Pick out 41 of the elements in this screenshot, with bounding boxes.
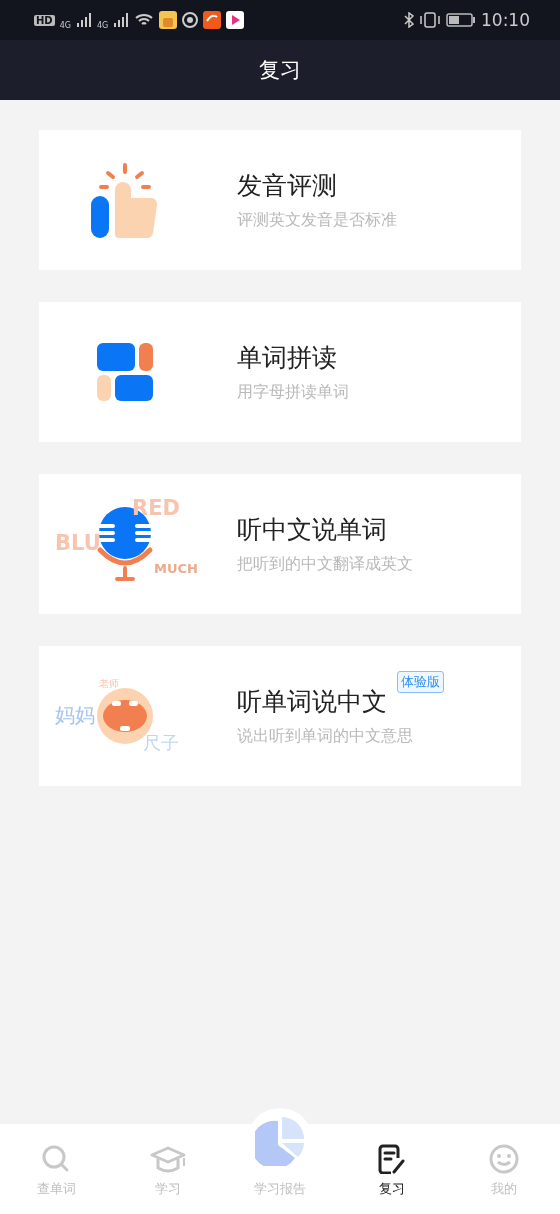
- nav-tab[interactable]: 复习: [336, 1124, 448, 1214]
- note-edit-icon: [378, 1144, 406, 1174]
- smiley-icon: [489, 1144, 519, 1174]
- trial-badge: 体验版: [397, 671, 444, 693]
- card-title: 听中文说单词: [237, 514, 387, 546]
- signal-icon: [75, 13, 92, 27]
- review-card[interactable]: RED BLU MUCH 听中文说单词 把听到的中文翻译成英文: [39, 474, 521, 614]
- page-title: 复习: [259, 57, 301, 84]
- battery-icon: [446, 13, 476, 27]
- app-icon: [159, 11, 178, 29]
- review-card[interactable]: 老师 妈妈 尺子 听单词说中文 体验版 说出听到单词的中文意思: [39, 646, 521, 786]
- illustration-word: MUCH: [154, 562, 198, 575]
- hd-label: HD: [34, 14, 55, 26]
- network-label: 4G: [96, 21, 109, 30]
- vibrate-icon: [419, 12, 441, 28]
- card-subtitle: 用字母拼读单词: [237, 382, 349, 403]
- card-subtitle: 把听到的中文翻译成英文: [237, 554, 413, 575]
- graduation-cap-icon: [150, 1146, 186, 1174]
- illustration-word: RED: [132, 498, 180, 519]
- card-subtitle: 说出听到单词的中文意思: [237, 726, 414, 747]
- review-card[interactable]: 发音评测 评测英文发音是否标准: [39, 130, 521, 270]
- card-title: 听单词说中文: [237, 686, 387, 718]
- bluetooth-icon: [404, 12, 414, 28]
- wifi-icon: [134, 12, 155, 28]
- illustration-word: BLU: [55, 533, 101, 554]
- card-title: 单词拼读: [237, 342, 337, 374]
- network-label: 4G: [59, 21, 71, 30]
- card-subtitle: 评测英文发音是否标准: [237, 210, 397, 231]
- app-icon: [203, 11, 222, 29]
- review-card[interactable]: 单词拼读 用字母拼读单词: [39, 302, 521, 442]
- illustration-word: 尺子: [143, 734, 179, 752]
- card-title: 发音评测: [237, 170, 337, 202]
- search-icon: [41, 1144, 71, 1174]
- app-icon: [182, 12, 199, 28]
- illustration-word: 老师: [99, 679, 119, 689]
- signal-icon: [113, 13, 130, 27]
- illustration-word: 妈妈: [55, 705, 95, 725]
- pie-chart-icon: [255, 1116, 305, 1166]
- blocks-icon: [96, 342, 154, 402]
- clock-time: 10:10: [481, 10, 530, 30]
- play-icon: [226, 11, 245, 29]
